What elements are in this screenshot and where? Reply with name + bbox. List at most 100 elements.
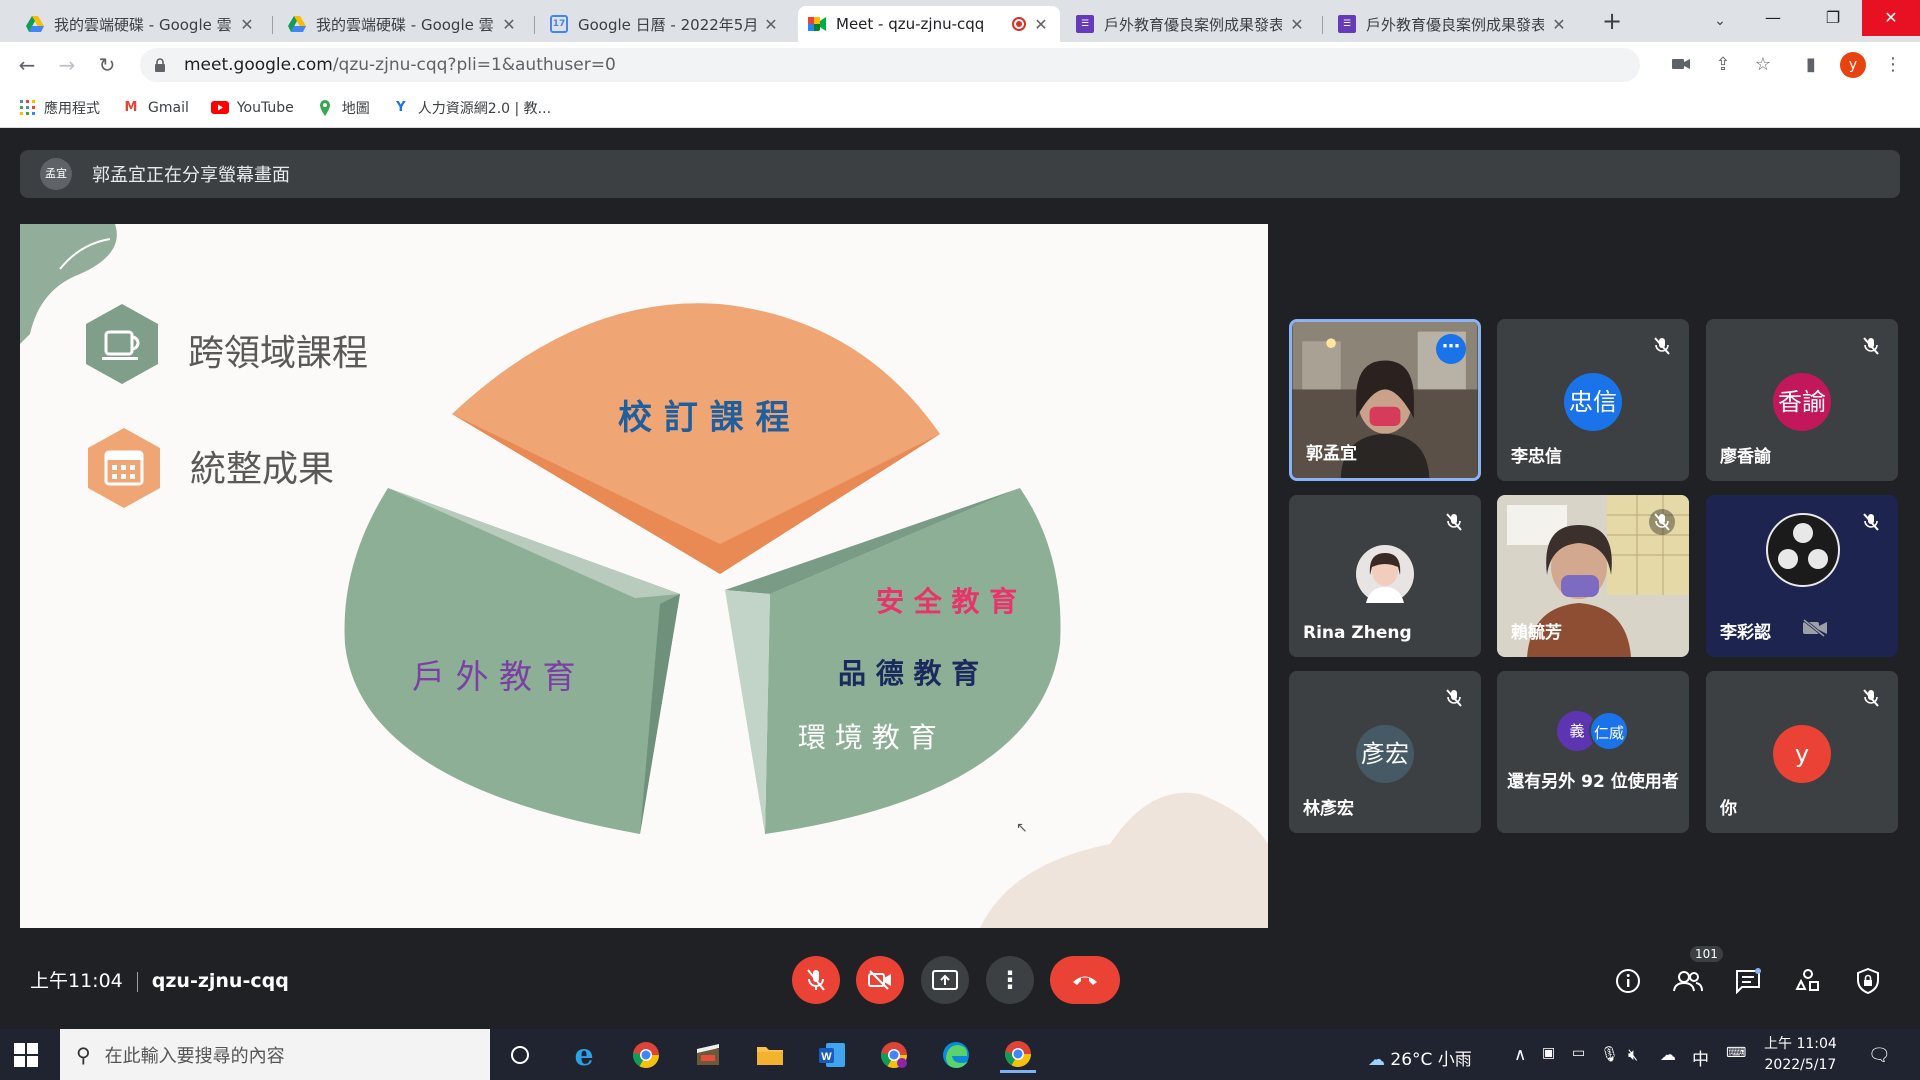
close-tab-icon[interactable]: ✕ [1032, 15, 1050, 34]
participant-tile-self[interactable]: y 你 [1706, 671, 1898, 833]
reload-icon[interactable]: ↻ [92, 50, 122, 80]
onedrive-error-icon[interactable]: ☁ [1660, 1045, 1676, 1064]
bookmark-star-icon[interactable]: ☆ [1750, 52, 1776, 78]
cortana-icon[interactable] [502, 1037, 538, 1073]
notification-center-icon[interactable]: 🗨︎ [1868, 1045, 1891, 1066]
profile-avatar[interactable]: y [1840, 52, 1866, 78]
network-icon[interactable]: ▭ [1572, 1045, 1585, 1061]
activities-button[interactable] [1788, 961, 1828, 1001]
tab-drive-2[interactable]: 我的雲端硬碟 - Google 雲端 ✕ [278, 6, 528, 42]
participant-tile[interactable]: 李彩認 [1706, 495, 1898, 657]
side-panel-icon[interactable]: ▮ [1798, 52, 1824, 78]
tray-overflow-icon[interactable]: ∧ [1514, 1045, 1526, 1065]
camera-toggle-button[interactable] [856, 956, 904, 1004]
participant-name: 郭孟宜 [1306, 444, 1357, 464]
bookmark-youtube[interactable]: YouTube [210, 99, 294, 117]
share-icon[interactable]: ⇪ [1710, 52, 1736, 78]
participant-avatar: y [1773, 725, 1831, 783]
shared-screen[interactable]: 跨領域課程 統整成果 校 訂 課 程 戶 外 教 育 安 全 教 育 品 德 教… [20, 224, 1268, 928]
tab-drive-1[interactable]: 我的雲端硬碟 - Google 雲端 ✕ [16, 6, 266, 42]
more-options-icon[interactable]: ⋯ [1436, 334, 1466, 364]
tab-separator [534, 16, 535, 34]
file-explorer-icon[interactable] [752, 1037, 788, 1073]
mic-off-icon [1649, 333, 1675, 359]
participant-tile[interactable]: ⋯ 郭孟宜 [1289, 319, 1481, 481]
weather-text: 26°C 小雨 [1390, 1050, 1472, 1070]
participant-tile[interactable]: 香諭 廖香諭 [1706, 319, 1898, 481]
bookmark-hr-site[interactable]: Y 人力資源網2.0 | 教... [392, 98, 551, 118]
tab-meet[interactable]: Meet - qzu-zjnu-cqq ✕ [798, 6, 1060, 42]
people-button[interactable] [1668, 961, 1708, 1001]
close-window-button[interactable]: ✕ [1862, 0, 1920, 36]
close-tab-icon[interactable]: ✕ [762, 15, 780, 34]
participant-tile[interactable]: 彥宏 林彥宏 [1289, 671, 1481, 833]
windows-start-icon[interactable] [14, 1043, 38, 1067]
google-forms-icon: ☰ [1076, 15, 1094, 33]
close-tab-icon[interactable]: ✕ [238, 15, 256, 34]
tab-separator [272, 16, 273, 34]
ime-mode-icon[interactable]: ⌨ [1726, 1045, 1746, 1061]
maps-icon [316, 99, 334, 117]
close-tab-icon[interactable]: ✕ [500, 15, 518, 34]
back-icon[interactable]: ← [12, 50, 42, 80]
present-screen-button[interactable] [921, 956, 969, 1004]
camera-off-icon [1802, 618, 1828, 641]
mic-off-icon [1649, 509, 1675, 535]
more-menu-icon[interactable]: ⋮ [1880, 52, 1906, 78]
lock-icon[interactable] [154, 58, 168, 72]
minimize-window-button[interactable]: — [1744, 0, 1802, 36]
host-controls-button[interactable] [1848, 961, 1888, 1001]
close-tab-icon[interactable]: ✕ [1288, 15, 1306, 34]
chrome-active-icon[interactable] [1000, 1037, 1036, 1073]
meet-tray-icon[interactable]: ▣ [1542, 1045, 1555, 1061]
present-screen-icon [932, 970, 958, 990]
presenting-text: 郭孟宜正在分享螢幕畫面 [92, 165, 290, 186]
chrome-icon[interactable] [628, 1037, 664, 1073]
participant-tile[interactable]: Rina Zheng [1289, 495, 1481, 657]
microphone-tray-icon[interactable]: 🎙︎ [1600, 1045, 1619, 1063]
people-icon [1673, 971, 1703, 992]
tab-title: 戶外教育優良案例成果發表 [1366, 15, 1544, 34]
bookmark-gmail[interactable]: M Gmail [122, 99, 189, 117]
info-icon [1616, 969, 1640, 993]
participant-tile[interactable]: 忠信 李忠信 [1497, 319, 1689, 481]
tab-search-chevron-icon[interactable]: ⌄ [1705, 6, 1735, 36]
bookmark-maps[interactable]: 地圖 [316, 98, 370, 118]
forward-icon[interactable]: → [52, 50, 82, 80]
edge-icon[interactable] [938, 1037, 974, 1073]
chrome-profile-icon[interactable] [876, 1037, 912, 1073]
tab-calendar[interactable]: 17 Google 日曆 - 2022年5月1 ✕ [540, 6, 790, 42]
others-count-label: 還有另外 92 位使用者 [1507, 772, 1679, 792]
mic-toggle-button[interactable] [792, 956, 840, 1004]
tab-form-1[interactable]: ☰ 戶外教育優良案例成果發表 ✕ [1066, 6, 1316, 42]
bookmark-apps[interactable]: 應用程式 [18, 98, 100, 118]
bookmark-label: 應用程式 [44, 100, 100, 117]
system-clock[interactable]: 上午 11:04 2022/5/17 [1764, 1034, 1837, 1076]
taskbar-search-box[interactable]: ⚲ 在此輸入要搜尋的內容 [60, 1029, 490, 1080]
close-tab-icon[interactable]: ✕ [1550, 15, 1568, 34]
address-bar[interactable]: meet.google.com/qzu-zjnu-cqq?pli=1&authu… [140, 48, 1640, 82]
new-tab-button[interactable]: + [1597, 6, 1627, 36]
segment-top-label: 校 訂 課 程 [618, 398, 790, 438]
camera-in-use-icon[interactable] [1668, 52, 1694, 78]
divider [136, 971, 138, 992]
bookmarks-bar: 應用程式 M Gmail YouTube 地圖 Y 人力資源網2.0 | 教..… [0, 88, 1920, 128]
video-editor-icon[interactable] [690, 1037, 726, 1073]
tab-form-2[interactable]: ☰ 戶外教育優良案例成果發表 ✕ [1328, 6, 1578, 42]
participant-name: 李彩認 [1720, 623, 1771, 643]
slide-list-item-1: 跨領域課程 [188, 333, 369, 374]
word-icon[interactable]: W [814, 1037, 850, 1073]
more-options-button[interactable]: ⋮ [986, 956, 1034, 1004]
meeting-details-button[interactable] [1608, 961, 1648, 1001]
internet-explorer-icon[interactable]: e [566, 1037, 602, 1073]
weather-widget[interactable]: ☁ 26°C 小雨 [1368, 1045, 1472, 1070]
participant-name: 你 [1720, 799, 1737, 819]
others-tile[interactable]: 義 仁威 還有另外 92 位使用者 [1497, 671, 1689, 833]
leave-call-button[interactable] [1050, 956, 1120, 1004]
ime-indicator[interactable]: 中 [1692, 1045, 1709, 1070]
chat-button[interactable] [1728, 961, 1768, 1001]
mic-off-icon [1441, 509, 1467, 535]
restore-window-button[interactable]: ❐ [1804, 0, 1862, 36]
participant-tile[interactable]: 賴毓芳 [1497, 495, 1689, 657]
volume-muted-icon[interactable]: 🔇︎ [1628, 1045, 1638, 1065]
